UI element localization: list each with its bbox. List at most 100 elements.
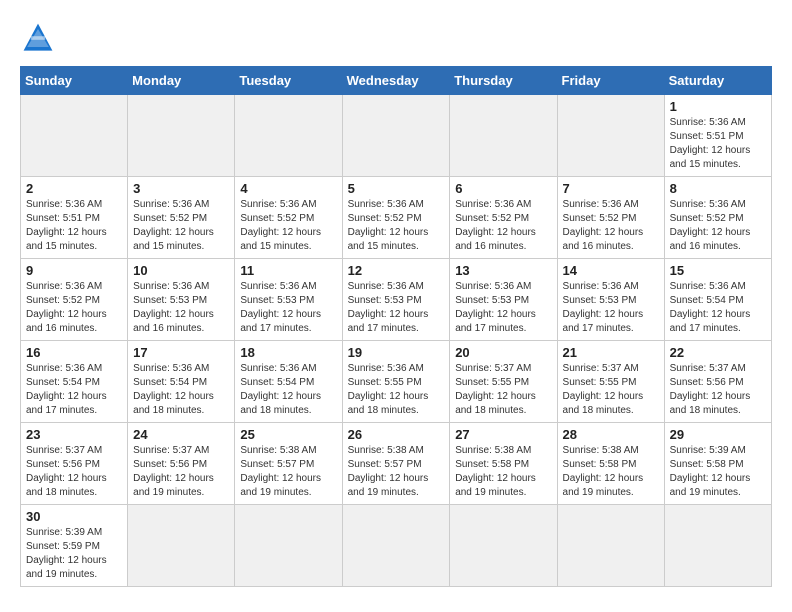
calendar-cell xyxy=(450,95,557,177)
day-number: 10 xyxy=(133,263,229,278)
calendar-cell: 6 Sunrise: 5:36 AM Sunset: 5:52 PM Daylig… xyxy=(450,177,557,259)
day-number: 1 xyxy=(670,99,766,114)
calendar-row: 2 Sunrise: 5:36 AM Sunset: 5:51 PM Daylig… xyxy=(21,177,772,259)
calendar-cell: 10Sunrise: 5:36 AM Sunset: 5:53 PM Dayli… xyxy=(128,259,235,341)
calendar-cell: 12Sunrise: 5:36 AM Sunset: 5:53 PM Dayli… xyxy=(342,259,450,341)
calendar-cell: 16 Sunrise: 5:36 AM Sunset: 5:54 PM Dayli… xyxy=(21,341,128,423)
weekday-header-sunday: Sunday xyxy=(21,67,128,95)
calendar-cell: 25 Sunrise: 5:38 AM Sunset: 5:57 PM Dayli… xyxy=(235,423,342,505)
calendar-cell xyxy=(557,95,664,177)
day-info: Sunrise: 5:38 AM Sunset: 5:57 PM Dayligh… xyxy=(348,444,445,500)
calendar-cell: 17Sunrise: 5:36 AM Sunset: 5:54 PM Dayli… xyxy=(128,341,235,423)
logo xyxy=(20,20,62,56)
weekday-header-thursday: Thursday xyxy=(450,67,557,95)
calendar-cell: 18 Sunrise: 5:36 AM Sunset: 5:54 PM Dayli… xyxy=(235,341,342,423)
weekday-header-tuesday: Tuesday xyxy=(235,67,342,95)
calendar-cell: 13 Sunrise: 5:36 AM Sunset: 5:53 PM Dayli… xyxy=(450,259,557,341)
day-info: Sunrise: 5:36 AM Sunset: 5:52 PM Dayligh… xyxy=(348,198,445,254)
calendar: SundayMondayTuesdayWednesdayThursdayFrid… xyxy=(20,66,772,587)
day-info: Sunrise: 5:36 AM Sunset: 5:51 PM Dayligh… xyxy=(670,116,766,172)
day-number: 29 xyxy=(670,427,766,442)
calendar-cell xyxy=(235,505,342,587)
calendar-cell: 1 Sunrise: 5:36 AM Sunset: 5:51 PM Daylig… xyxy=(664,95,771,177)
day-info: Sunrise: 5:38 AM Sunset: 5:58 PM Dayligh… xyxy=(563,444,659,500)
weekday-header-friday: Friday xyxy=(557,67,664,95)
calendar-cell: 23 Sunrise: 5:37 AM Sunset: 5:56 PM Dayli… xyxy=(21,423,128,505)
day-number: 24 xyxy=(133,427,229,442)
day-info: Sunrise: 5:37 AM Sunset: 5:55 PM Dayligh… xyxy=(455,362,551,418)
day-number: 18 xyxy=(240,345,336,360)
day-info: Sunrise: 5:37 AM Sunset: 5:56 PM Dayligh… xyxy=(670,362,766,418)
day-number: 19 xyxy=(348,345,445,360)
calendar-cell xyxy=(450,505,557,587)
calendar-cell: 24 Sunrise: 5:37 AM Sunset: 5:56 PM Dayli… xyxy=(128,423,235,505)
calendar-cell xyxy=(557,505,664,587)
day-number: 7 xyxy=(563,181,659,196)
calendar-cell: 4 Sunrise: 5:36 AM Sunset: 5:52 PM Daylig… xyxy=(235,177,342,259)
day-number: 13 xyxy=(455,263,551,278)
calendar-cell: 14Sunrise: 5:36 AM Sunset: 5:53 PM Dayli… xyxy=(557,259,664,341)
day-info: Sunrise: 5:39 AM Sunset: 5:59 PM Dayligh… xyxy=(26,526,122,582)
calendar-cell: 20 Sunrise: 5:37 AM Sunset: 5:55 PM Dayli… xyxy=(450,341,557,423)
day-number: 4 xyxy=(240,181,336,196)
day-info: Sunrise: 5:37 AM Sunset: 5:56 PM Dayligh… xyxy=(26,444,122,500)
day-number: 15 xyxy=(670,263,766,278)
day-number: 8 xyxy=(670,181,766,196)
day-info: Sunrise: 5:36 AM Sunset: 5:53 PM Dayligh… xyxy=(455,280,551,336)
weekday-header-wednesday: Wednesday xyxy=(342,67,450,95)
calendar-cell: 30 Sunrise: 5:39 AM Sunset: 5:59 PM Dayli… xyxy=(21,505,128,587)
day-number: 22 xyxy=(670,345,766,360)
calendar-cell: 2 Sunrise: 5:36 AM Sunset: 5:51 PM Daylig… xyxy=(21,177,128,259)
calendar-cell xyxy=(128,95,235,177)
calendar-cell: 7 Sunrise: 5:36 AM Sunset: 5:52 PM Daylig… xyxy=(557,177,664,259)
day-info: Sunrise: 5:36 AM Sunset: 5:52 PM Dayligh… xyxy=(133,198,229,254)
day-info: Sunrise: 5:38 AM Sunset: 5:57 PM Dayligh… xyxy=(240,444,336,500)
day-info: Sunrise: 5:36 AM Sunset: 5:55 PM Dayligh… xyxy=(348,362,445,418)
day-info: Sunrise: 5:38 AM Sunset: 5:58 PM Dayligh… xyxy=(455,444,551,500)
day-number: 26 xyxy=(348,427,445,442)
calendar-cell: 8 Sunrise: 5:36 AM Sunset: 5:52 PM Daylig… xyxy=(664,177,771,259)
page: SundayMondayTuesdayWednesdayThursdayFrid… xyxy=(0,0,792,597)
calendar-cell: 5Sunrise: 5:36 AM Sunset: 5:52 PM Daylig… xyxy=(342,177,450,259)
day-info: Sunrise: 5:36 AM Sunset: 5:53 PM Dayligh… xyxy=(240,280,336,336)
calendar-cell xyxy=(342,95,450,177)
day-number: 3 xyxy=(133,181,229,196)
day-info: Sunrise: 5:36 AM Sunset: 5:52 PM Dayligh… xyxy=(563,198,659,254)
day-info: Sunrise: 5:36 AM Sunset: 5:52 PM Dayligh… xyxy=(455,198,551,254)
day-number: 20 xyxy=(455,345,551,360)
day-number: 11 xyxy=(240,263,336,278)
logo-icon xyxy=(20,20,56,56)
day-number: 30 xyxy=(26,509,122,524)
day-number: 25 xyxy=(240,427,336,442)
calendar-row: 16 Sunrise: 5:36 AM Sunset: 5:54 PM Dayli… xyxy=(21,341,772,423)
day-number: 12 xyxy=(348,263,445,278)
calendar-cell: 15 Sunrise: 5:36 AM Sunset: 5:54 PM Dayli… xyxy=(664,259,771,341)
day-info: Sunrise: 5:36 AM Sunset: 5:54 PM Dayligh… xyxy=(133,362,229,418)
day-number: 27 xyxy=(455,427,551,442)
calendar-cell: 26 Sunrise: 5:38 AM Sunset: 5:57 PM Dayli… xyxy=(342,423,450,505)
day-info: Sunrise: 5:36 AM Sunset: 5:54 PM Dayligh… xyxy=(670,280,766,336)
day-info: Sunrise: 5:36 AM Sunset: 5:54 PM Dayligh… xyxy=(240,362,336,418)
day-info: Sunrise: 5:36 AM Sunset: 5:52 PM Dayligh… xyxy=(240,198,336,254)
day-info: Sunrise: 5:37 AM Sunset: 5:56 PM Dayligh… xyxy=(133,444,229,500)
day-number: 28 xyxy=(563,427,659,442)
calendar-cell xyxy=(128,505,235,587)
calendar-cell: 19 Sunrise: 5:36 AM Sunset: 5:55 PM Dayli… xyxy=(342,341,450,423)
day-info: Sunrise: 5:36 AM Sunset: 5:54 PM Dayligh… xyxy=(26,362,122,418)
day-info: Sunrise: 5:36 AM Sunset: 5:52 PM Dayligh… xyxy=(670,198,766,254)
day-number: 9 xyxy=(26,263,122,278)
weekday-header-saturday: Saturday xyxy=(664,67,771,95)
day-number: 16 xyxy=(26,345,122,360)
day-number: 6 xyxy=(455,181,551,196)
calendar-cell: 28 Sunrise: 5:38 AM Sunset: 5:58 PM Dayli… xyxy=(557,423,664,505)
day-info: Sunrise: 5:36 AM Sunset: 5:52 PM Dayligh… xyxy=(26,280,122,336)
calendar-cell: 29Sunrise: 5:39 AM Sunset: 5:58 PM Dayli… xyxy=(664,423,771,505)
calendar-cell: 3 Sunrise: 5:36 AM Sunset: 5:52 PM Daylig… xyxy=(128,177,235,259)
day-info: Sunrise: 5:36 AM Sunset: 5:53 PM Dayligh… xyxy=(563,280,659,336)
day-number: 2 xyxy=(26,181,122,196)
day-number: 23 xyxy=(26,427,122,442)
calendar-row: 23 Sunrise: 5:37 AM Sunset: 5:56 PM Dayli… xyxy=(21,423,772,505)
day-info: Sunrise: 5:36 AM Sunset: 5:51 PM Dayligh… xyxy=(26,198,122,254)
day-number: 21 xyxy=(563,345,659,360)
weekday-header-row: SundayMondayTuesdayWednesdayThursdayFrid… xyxy=(21,67,772,95)
